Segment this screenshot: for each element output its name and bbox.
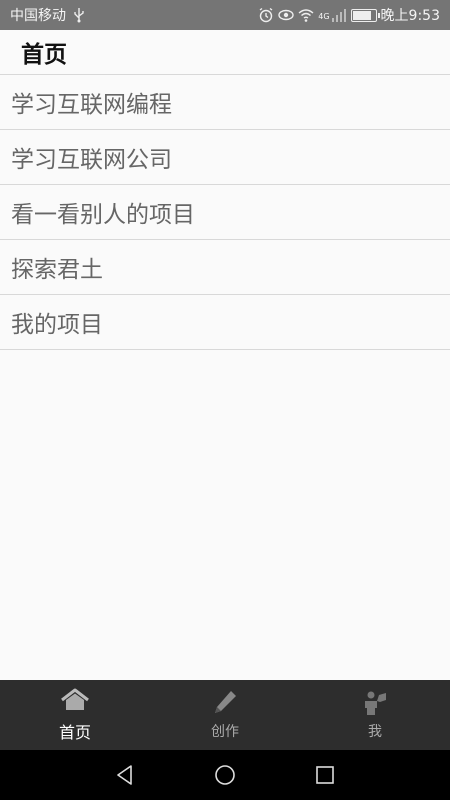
list-item[interactable]: 探索君土 — [0, 240, 450, 295]
home-button[interactable] — [200, 750, 250, 800]
list-item[interactable]: 看一看别人的项目 — [0, 185, 450, 240]
list-item-label: 看一看别人的项目 — [11, 202, 195, 228]
list-item-label: 学习互联网编程 — [11, 92, 172, 118]
battery-icon — [350, 8, 380, 22]
menu-list: 学习互联网编程 学习互联网公司 看一看别人的项目 探索君土 我的项目 — [0, 75, 450, 350]
carrier-name: 中国移动 — [10, 8, 66, 24]
tab-create-label: 创作 — [211, 724, 239, 740]
back-button[interactable] — [100, 750, 150, 800]
tab-me[interactable]: 我 — [300, 680, 450, 750]
list-item-label: 我的项目 — [11, 312, 103, 338]
status-left: 中国移动 — [10, 5, 87, 25]
signal-icon — [331, 7, 347, 23]
wifi-icon — [298, 7, 314, 23]
status-bar: 中国移动 4G 晚上9:53 — [0, 0, 450, 30]
back-icon — [113, 763, 137, 787]
list-item-label: 探索君土 — [11, 257, 103, 283]
status-time: 晚上9:53 — [380, 8, 440, 24]
recents-icon — [313, 763, 337, 787]
list-item-label: 学习互联网公司 — [11, 147, 172, 173]
status-right: 4G 晚上9:53 — [258, 5, 440, 25]
app-bar: 首页 — [0, 30, 450, 75]
recents-button[interactable] — [300, 750, 350, 800]
usb-icon — [71, 7, 87, 23]
person-icon — [360, 689, 390, 717]
page-title: 首页 — [21, 42, 67, 68]
battery-level — [352, 10, 372, 20]
tab-home-label: 首页 — [58, 723, 91, 742]
network-badge: 4G — [318, 12, 330, 21]
tab-me-label: 我 — [368, 724, 382, 740]
list-item[interactable]: 学习互联网编程 — [0, 75, 450, 130]
pencil-icon — [210, 689, 240, 717]
list-item[interactable]: 学习互联网公司 — [0, 130, 450, 185]
home-circle-icon — [213, 763, 237, 787]
system-nav-bar — [0, 750, 450, 800]
tab-create[interactable]: 创作 — [150, 680, 300, 750]
alarm-icon — [258, 7, 274, 23]
bottom-tab-bar: 首页 创作 我 — [0, 680, 450, 750]
list-item[interactable]: 我的项目 — [0, 295, 450, 350]
home-icon — [60, 687, 90, 715]
tab-home[interactable]: 首页 — [0, 680, 150, 750]
eye-icon — [278, 7, 294, 23]
